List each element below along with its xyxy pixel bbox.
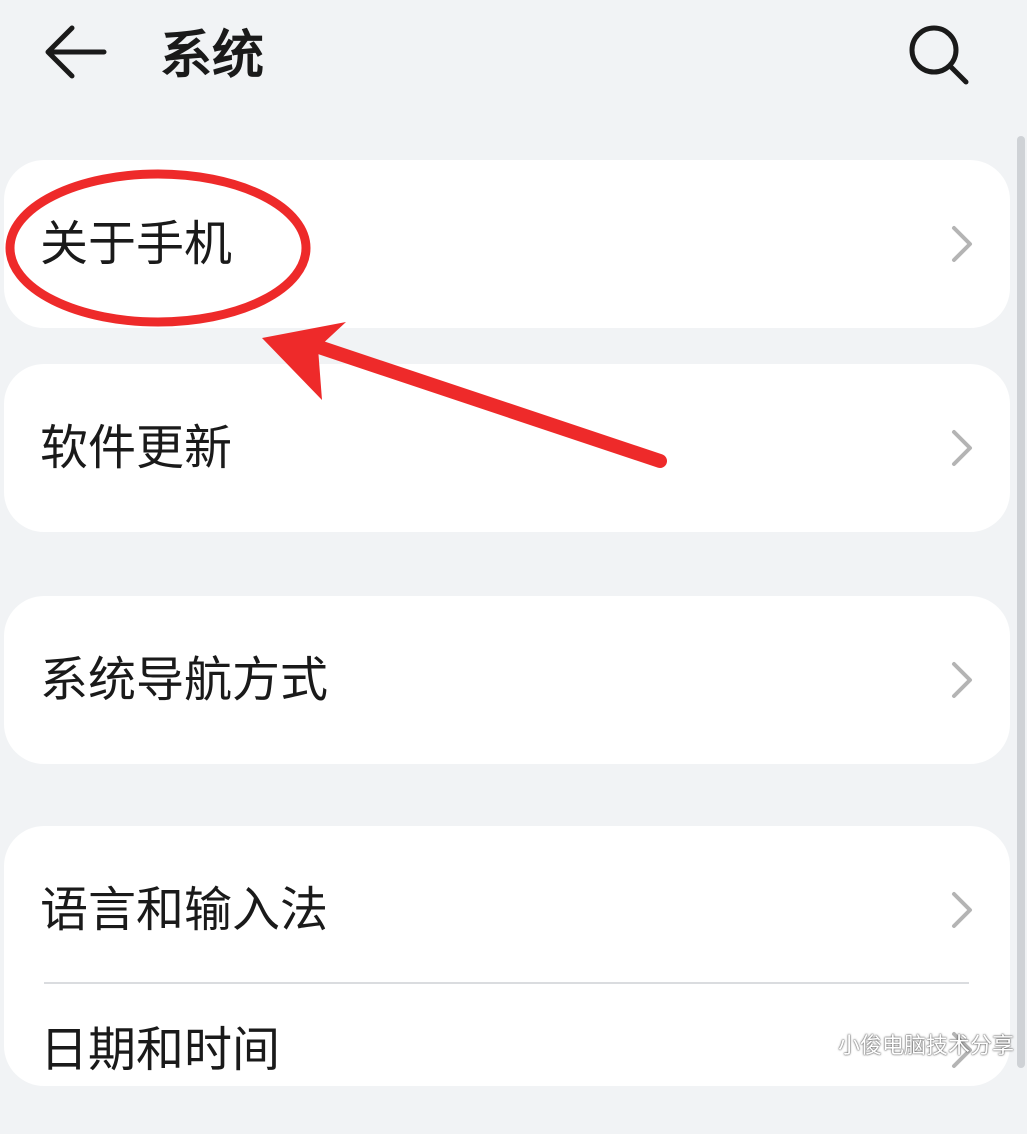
settings-item-label: 日期和时间	[40, 1022, 281, 1078]
search-icon	[909, 25, 969, 85]
search-button[interactable]	[900, 18, 974, 88]
settings-item-about-phone[interactable]: 关于手机	[4, 160, 1010, 328]
settings-card-about: 关于手机	[4, 160, 1010, 328]
chevron-right-icon	[952, 430, 972, 466]
chevron-right-icon	[952, 662, 972, 698]
top-app-bar: 系统	[0, 0, 1027, 120]
scrollbar[interactable]	[1017, 136, 1025, 1068]
arrow-left-icon	[45, 25, 107, 79]
settings-card-navigation: 系统导航方式	[4, 596, 1010, 764]
back-button[interactable]	[38, 20, 110, 84]
settings-item-system-navigation[interactable]: 系统导航方式	[4, 596, 1010, 764]
page-title: 系统	[160, 26, 265, 86]
chevron-right-icon	[952, 892, 972, 928]
watermark-text: 小俊电脑技术分享	[838, 1034, 1015, 1059]
settings-item-software-update[interactable]: 软件更新	[4, 364, 1010, 532]
settings-card-update: 软件更新	[4, 364, 1010, 532]
settings-item-label: 软件更新	[40, 420, 233, 476]
settings-item-label: 系统导航方式	[40, 652, 329, 708]
settings-item-label: 关于手机	[40, 216, 233, 272]
chevron-right-icon	[952, 226, 972, 262]
